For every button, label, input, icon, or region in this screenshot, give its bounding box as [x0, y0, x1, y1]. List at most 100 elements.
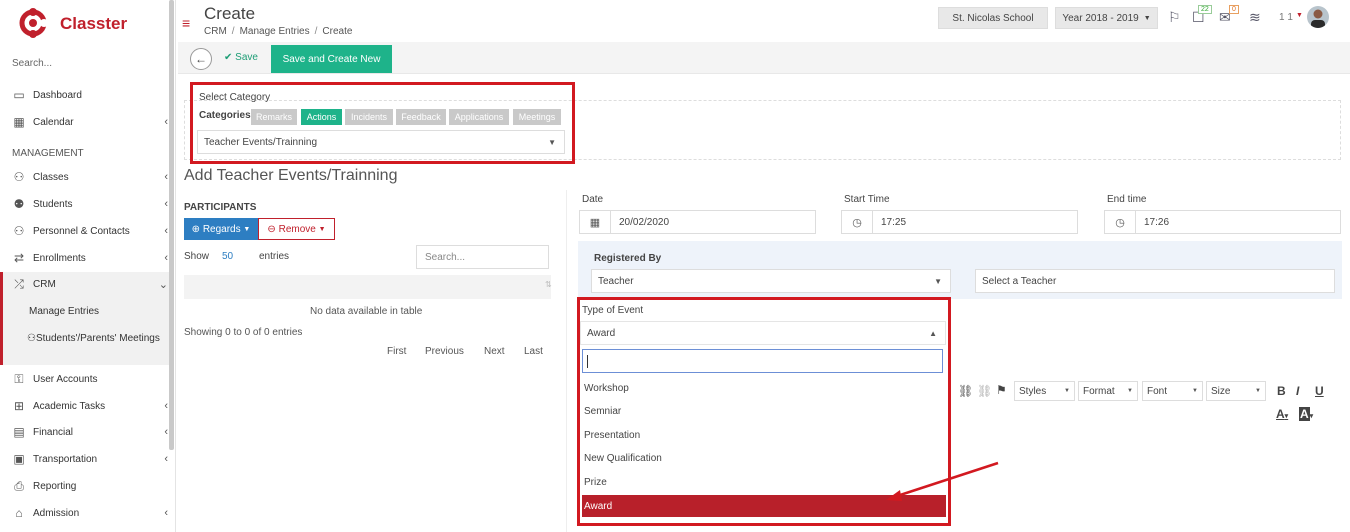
sidebar-section-management: MANAGEMENT — [12, 148, 84, 159]
caret-down-icon[interactable]: ▼ — [1296, 12, 1303, 19]
option-presentation[interactable]: Presentation — [582, 424, 946, 446]
save-button[interactable]: ✔ Save — [224, 52, 258, 63]
remove-button[interactable]: ⊖ Remove ▼ — [258, 218, 335, 240]
sidebar-search-input[interactable]: Search... — [12, 58, 162, 69]
money-icon: ▤ — [13, 425, 25, 439]
sidebar-scrollbar[interactable] — [169, 0, 174, 450]
tab-remarks[interactable]: Remarks — [251, 109, 297, 125]
unlink-icon[interactable]: ⛓ — [977, 384, 992, 398]
table-info: Showing 0 to 0 of 0 entries — [184, 327, 303, 338]
chevron-left-icon: ‹ — [164, 507, 168, 519]
clock-icon[interactable]: ◷ — [1104, 210, 1136, 234]
sidebar-subitem-meetings[interactable]: ⚇Students'/Parents' Meetings — [27, 332, 162, 346]
sidebar-item-dashboard[interactable]: ▭ Dashboard — [10, 85, 168, 105]
date-input[interactable]: 20/02/2020 — [610, 210, 816, 234]
sidebar-item-personnel[interactable]: ⚇ Personnel & Contacts ‹ — [10, 221, 168, 241]
date-label: Date — [582, 194, 604, 205]
avatar[interactable] — [1307, 6, 1329, 28]
sidebar-item-calendar[interactable]: ▦ Calendar ‹ — [10, 112, 168, 132]
anchor-flag-icon[interactable]: ⚑ — [996, 383, 1007, 397]
participants-search-input[interactable]: Search... — [416, 245, 549, 269]
bus-icon: ▣ — [13, 452, 25, 466]
sidebar-item-user-accounts[interactable]: ⚿ User Accounts — [10, 369, 168, 389]
laptop-icon: ▭ — [13, 88, 25, 102]
text-color-button[interactable]: A▾ — [1276, 407, 1288, 421]
menu-toggle-icon[interactable]: ≡ — [182, 15, 190, 31]
tab-incidents[interactable]: Incidents — [345, 109, 393, 125]
breadcrumb: CRM / Manage Entries / Create — [204, 26, 353, 37]
sidebar-item-financial[interactable]: ▤ Financial ‹ — [10, 422, 168, 442]
type-of-event-search-input[interactable] — [582, 349, 943, 373]
sidebar-item-classes[interactable]: ⚇ Classes ‹ — [10, 167, 168, 187]
calendar-icon[interactable]: ▦ — [579, 210, 611, 234]
format-dropdown[interactable]: Format ▼ — [1078, 381, 1138, 401]
caret-down-icon: ▼ — [1127, 388, 1133, 394]
sidebar-item-students[interactable]: ⚉ Students ‹ — [10, 194, 168, 214]
back-button[interactable]: ← — [190, 48, 212, 70]
tab-feedback[interactable]: Feedback — [396, 109, 446, 125]
sidebar-item-academic-tasks[interactable]: ⊞ Academic Tasks ‹ — [10, 396, 168, 416]
participants-table-header — [184, 275, 551, 299]
background-color-button[interactable]: A▾ — [1299, 407, 1313, 421]
sidebar-subitem-manage-entries[interactable]: Manage Entries — [29, 306, 99, 317]
sidebar-item-crm[interactable]: ⤮ CRM ⌄ — [10, 274, 168, 294]
shuffle-icon: ⤮ — [14, 276, 24, 291]
users-icon: ⚇ — [27, 333, 36, 344]
bold-button[interactable]: B — [1277, 384, 1286, 398]
chevron-left-icon: ‹ — [164, 171, 168, 183]
show-count-select[interactable]: 50 — [222, 251, 233, 262]
pager-last[interactable]: Last — [524, 346, 543, 357]
chevron-down-icon: ⌄ — [158, 278, 168, 291]
registered-by-type-select[interactable]: Teacher ▼ — [591, 269, 951, 293]
contacts-icon: ⚇ — [13, 224, 25, 238]
flag-icon[interactable]: ⚐ — [1168, 9, 1181, 26]
underline-button[interactable]: U — [1315, 384, 1324, 398]
sidebar-item-enrollments[interactable]: ⇄ Enrollments ‹ — [10, 248, 168, 268]
caret-down-icon: ▼ — [243, 225, 251, 233]
italic-button[interactable]: I — [1296, 384, 1299, 398]
save-and-create-new-button[interactable]: Save and Create New — [271, 45, 392, 73]
show-label: Show — [184, 251, 210, 262]
breadcrumb-crm[interactable]: CRM — [204, 26, 227, 37]
key-icon: ⚿ — [14, 371, 24, 386]
user-label[interactable]: 1 1 — [1279, 12, 1293, 23]
school-selector-button[interactable]: St. Nicolas School — [938, 7, 1048, 29]
notifications-badge: 22 — [1198, 5, 1212, 14]
sidebar-item-reporting[interactable]: ⎙ Reporting — [10, 476, 168, 496]
chevron-left-icon: ‹ — [164, 198, 168, 210]
tab-applications[interactable]: Applications — [449, 109, 509, 125]
regards-button[interactable]: ⊕ Regards ▼ — [184, 218, 258, 240]
link-icon[interactable]: ⛓ — [958, 384, 973, 398]
size-dropdown[interactable]: Size ▼ — [1206, 381, 1266, 401]
layers-icon[interactable]: ≋ — [1249, 9, 1261, 26]
chevron-left-icon: ‹ — [164, 225, 168, 237]
end-time-input[interactable]: 17:26 — [1135, 210, 1341, 234]
sort-icon[interactable]: ⇅ — [545, 280, 552, 289]
grid-icon: ⊞ — [13, 399, 25, 413]
tab-meetings[interactable]: Meetings — [513, 109, 561, 125]
caret-down-icon: ▼ — [548, 137, 556, 147]
pager-previous[interactable]: Previous — [425, 346, 464, 357]
sidebar-item-transportation[interactable]: ▣ Transportation ‹ — [10, 449, 168, 469]
type-of-event-select[interactable]: Award ▲ — [580, 321, 946, 345]
option-workshop[interactable]: Workshop — [582, 377, 946, 399]
caret-down-icon: ▼ — [1192, 388, 1198, 394]
registered-by-label: Registered By — [594, 253, 662, 264]
styles-dropdown[interactable]: Styles ▼ — [1014, 381, 1075, 401]
sidebar-item-admission[interactable]: ⌂ Admission ‹ — [10, 503, 168, 523]
start-time-input[interactable]: 17:25 — [872, 210, 1078, 234]
breadcrumb-manage-entries[interactable]: Manage Entries — [240, 26, 310, 37]
clock-icon[interactable]: ◷ — [841, 210, 873, 234]
caret-down-icon: ▾ — [1309, 413, 1314, 420]
teacher-select[interactable]: Select a Teacher — [975, 269, 1335, 293]
pager-next[interactable]: Next — [484, 346, 505, 357]
font-dropdown[interactable]: Font ▼ — [1142, 381, 1203, 401]
pager-first[interactable]: First — [387, 346, 406, 357]
option-seminar[interactable]: Semniar — [582, 400, 946, 422]
year-selector-button[interactable]: Year 2018 - 2019 ▼ — [1055, 7, 1158, 29]
caret-down-icon: ▼ — [318, 225, 326, 233]
entries-label: entries — [259, 251, 290, 262]
tab-actions[interactable]: Actions — [301, 109, 342, 125]
chevron-left-icon: ‹ — [164, 453, 168, 465]
category-select[interactable]: Teacher Events/Trainning ▼ — [197, 130, 565, 154]
